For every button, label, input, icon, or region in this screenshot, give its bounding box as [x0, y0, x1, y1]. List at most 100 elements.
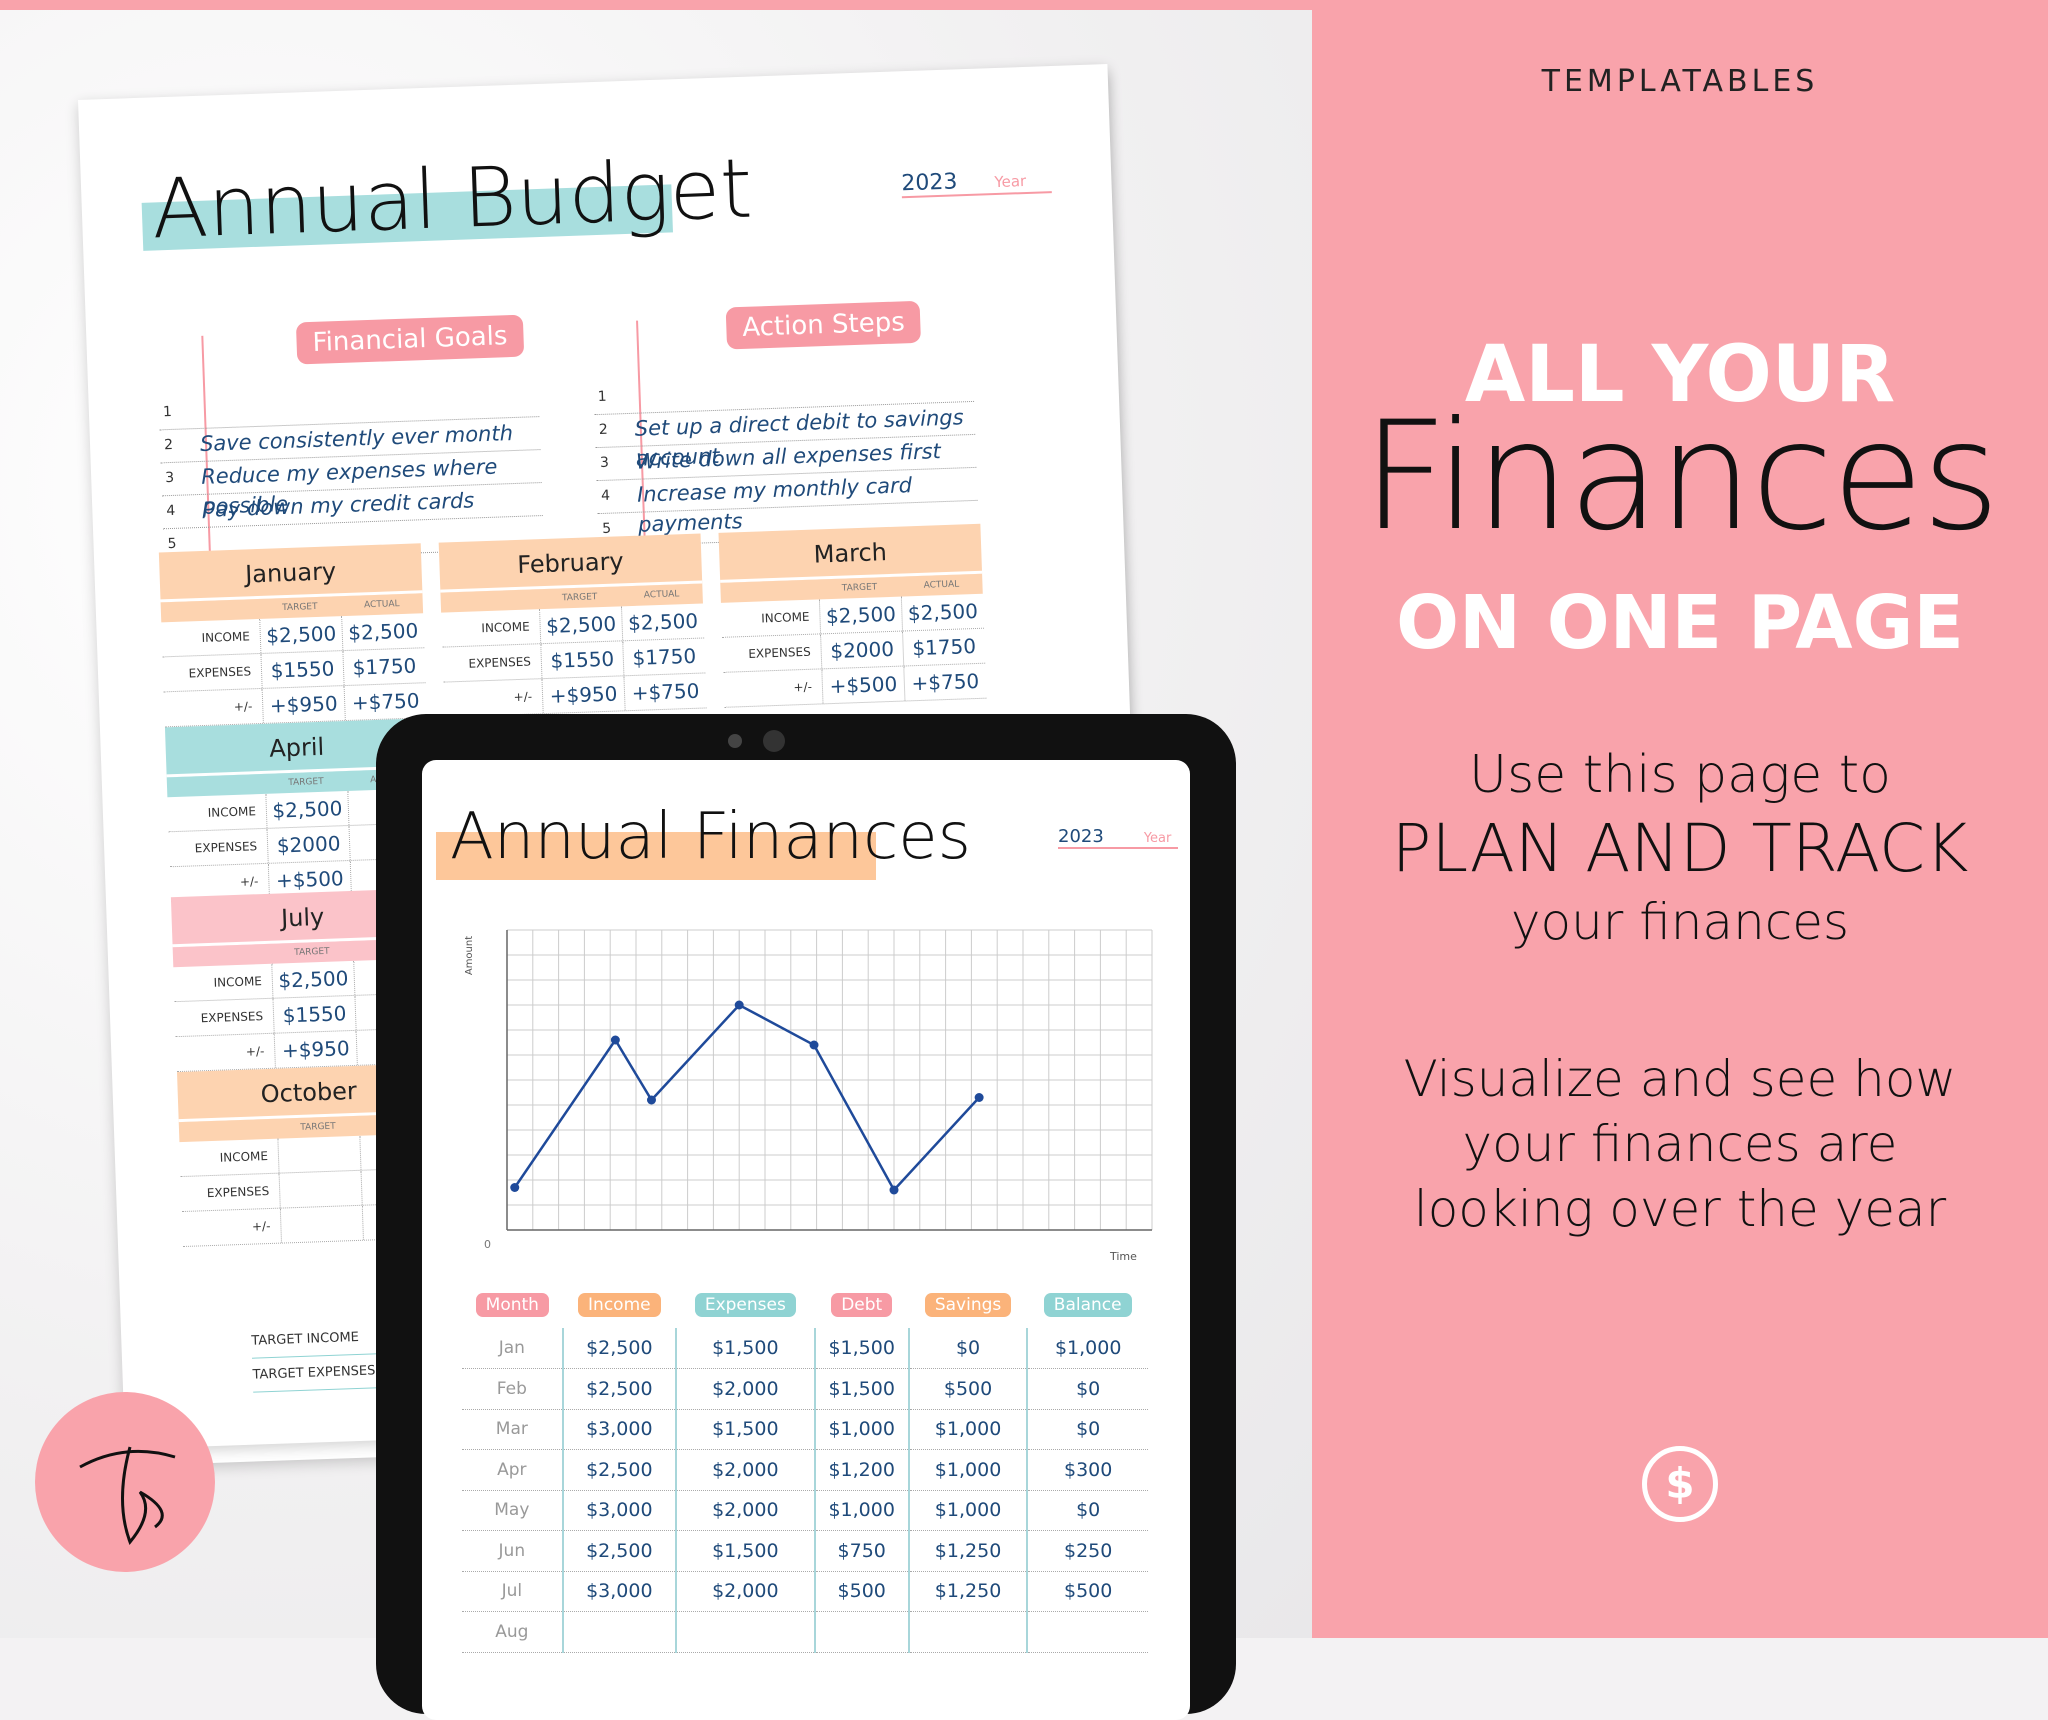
plan-track-text: PLAN AND TRACK — [1391, 810, 1969, 887]
camera-lens-icon — [763, 730, 785, 752]
month-table-march: March TARGET ACTUAL INCOME $2,500 $2,500 EXPEN… — [718, 523, 987, 708]
actual-value: $2,500 — [341, 613, 425, 651]
table-row: Jan $2,500 $1,500 $1,500 $0 $1,000 — [462, 1328, 1148, 1369]
column-header: Expenses — [676, 1282, 815, 1328]
line-chart — [506, 929, 1153, 1231]
item-number: 4 — [600, 487, 611, 504]
data-point — [734, 1000, 744, 1010]
table-cell: $1,200 — [813, 1449, 909, 1491]
row-label: EXPENSES — [194, 839, 258, 856]
data-point — [610, 1035, 620, 1045]
table-cell: $0 — [907, 1328, 1028, 1369]
table-cell: $2,000 — [675, 1490, 815, 1531]
tablet-screen: Annual Finances 2023 Year Amount 0 Time M… — [422, 760, 1190, 1720]
table-cell: $0 — [1026, 1490, 1148, 1531]
column-header: Income — [563, 1282, 676, 1328]
header-badge: Savings — [924, 1293, 1012, 1317]
actual-value: $2,500 — [621, 603, 705, 641]
table-cell: Apr — [462, 1449, 563, 1491]
item-number: 4 — [166, 502, 176, 520]
table-cell: $1,500 — [813, 1368, 909, 1410]
column-header: Debt — [815, 1282, 909, 1328]
month-header: February — [438, 533, 703, 593]
table-cell: $2,000 — [675, 1571, 815, 1612]
financial-goals-badge: Financial Goals — [295, 314, 525, 365]
table-cell: $1,250 — [907, 1530, 1028, 1572]
data-point — [646, 1095, 656, 1105]
table-cell: Jul — [462, 1571, 563, 1612]
item-number: 2 — [163, 436, 174, 454]
finances-title: Annual Finances — [450, 800, 971, 874]
budget-title: Annual Budget — [150, 141, 754, 258]
table-cell: $1,500 — [675, 1409, 815, 1450]
target-value: $1550 — [260, 651, 344, 688]
column-header: Month — [462, 1282, 563, 1328]
table-cell: $1,000 — [813, 1409, 909, 1450]
table-cell: $1,000 — [907, 1449, 1028, 1491]
row-label: INCOME — [481, 619, 530, 636]
y-axis-label: Amount — [464, 935, 476, 976]
header-badge: Month — [475, 1293, 549, 1317]
target-value: $1550 — [272, 995, 356, 1033]
row-label: INCOME — [219, 1149, 269, 1165]
row-label: +/- — [233, 699, 253, 714]
visualize-text-1: Visualize and see how — [1403, 1050, 1957, 1108]
month-header: March — [718, 523, 983, 583]
table-row: Jul $3,000 $2,000 $500 $1,250 $500 — [462, 1571, 1148, 1612]
table-cell: May — [462, 1490, 563, 1531]
table-row: Apr $2,500 $2,000 $1,200 $1,000 $300 — [462, 1449, 1148, 1491]
table-cell — [675, 1611, 815, 1653]
finances-table: Month Income Expenses Debt Savings Balance Jan… — [462, 1282, 1148, 1653]
table-cell: $2,500 — [561, 1368, 676, 1410]
x-axis-label: Time — [1110, 1250, 1137, 1263]
table-row: Aug — [462, 1611, 1148, 1653]
table-cell — [1026, 1611, 1148, 1653]
tablet-device: Annual Finances 2023 Year Amount 0 Time M… — [376, 714, 1236, 1720]
row-label: INCOME — [201, 629, 251, 646]
item-text: Pay down my credit cards — [201, 488, 475, 522]
table-cell: $1,500 — [813, 1328, 909, 1369]
actual-value: $2,500 — [900, 593, 984, 631]
table-cell: Jun — [462, 1530, 563, 1572]
month-header: January — [158, 543, 423, 603]
target-value — [278, 1170, 362, 1208]
target-value: +$500 — [821, 666, 905, 704]
item-number: 2 — [598, 421, 609, 439]
row-label: EXPENSES — [206, 1183, 270, 1201]
headline-on-one-page: ON ONE PAGE — [1396, 580, 1964, 666]
table-cell: $1,000 — [813, 1490, 909, 1531]
table-cell: $2,500 — [561, 1328, 676, 1369]
data-point — [889, 1185, 899, 1195]
brand-name: TEMPLATABLES — [1541, 64, 1819, 99]
actual-value: $1750 — [342, 648, 426, 686]
table-cell: $2,500 — [561, 1449, 676, 1491]
tablet-year: 2023 Year — [1058, 826, 1178, 849]
target-value: $2,500 — [271, 960, 355, 998]
table-cell: $250 — [1026, 1530, 1148, 1572]
table-cell: $1,000 — [907, 1409, 1028, 1450]
headline-finances: Finances — [1361, 390, 2000, 564]
table-cell: $0 — [1026, 1368, 1148, 1410]
item-text: Write down all expenses first — [635, 439, 942, 474]
camera-icon — [728, 734, 742, 748]
table-cell: $500 — [907, 1368, 1028, 1410]
table-cell: $300 — [1026, 1449, 1148, 1491]
target-value: +$950 — [273, 1030, 357, 1068]
visualize-text-2: your finances are — [1462, 1115, 1898, 1173]
table-cell: $1,000 — [907, 1490, 1028, 1531]
table-cell: Mar — [462, 1409, 563, 1450]
table-cell: $500 — [1026, 1571, 1148, 1612]
target-value: +$950 — [541, 676, 625, 714]
row-label: INCOME — [207, 804, 257, 820]
year-label: Year — [994, 171, 1027, 192]
actual-value: +$750 — [903, 663, 987, 701]
row-label: EXPENSES — [468, 654, 532, 671]
header-badge: Balance — [1043, 1293, 1132, 1317]
target-value: $2,500 — [539, 606, 623, 644]
target-value — [279, 1205, 363, 1243]
table-cell: $1,500 — [675, 1328, 815, 1369]
table-row: Feb $2,500 $2,000 $1,500 $500 $0 — [462, 1368, 1148, 1410]
table-cell: $0 — [1026, 1409, 1148, 1450]
table-cell: $1,250 — [907, 1571, 1028, 1612]
row-label: EXPENSES — [748, 644, 811, 661]
